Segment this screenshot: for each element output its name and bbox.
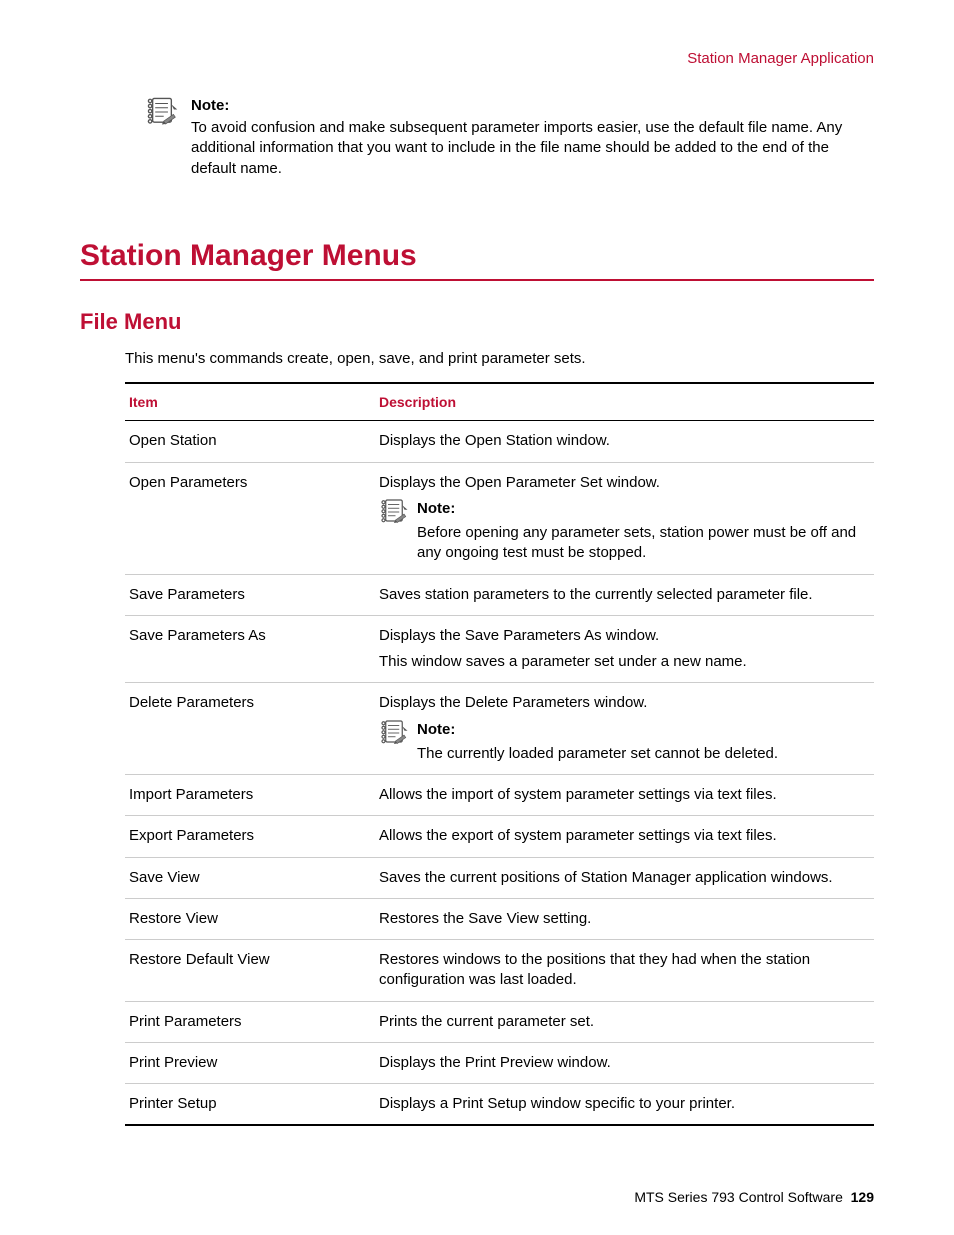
table-cell-item: Restore View xyxy=(125,898,375,939)
table-cell-desc: Displays the Save Parameters As window. T… xyxy=(375,615,874,683)
desc-paragraph: Prints the current parameter set. xyxy=(379,1012,870,1032)
table-cell-item: Print Parameters xyxy=(125,1001,375,1042)
table-row: Save ViewSaves the current positions of … xyxy=(125,857,874,898)
inline-note: Note: Before opening any parameter sets, … xyxy=(379,499,870,564)
table-row: Import ParametersAllows the import of sy… xyxy=(125,775,874,816)
note-icon xyxy=(379,499,409,525)
table-cell-desc: Displays the Delete Parameters window. No… xyxy=(375,683,874,775)
page-header-right: Station Manager Application xyxy=(80,50,874,67)
desc-paragraph: Allows the import of system parameter se… xyxy=(379,785,870,805)
table-row: Open ParametersDisplays the Open Paramet… xyxy=(125,462,874,574)
desc-paragraph: This window saves a parameter set under … xyxy=(379,652,870,672)
table-cell-item: Printer Setup xyxy=(125,1084,375,1126)
table-cell-desc: Allows the export of system parameter se… xyxy=(375,816,874,857)
file-menu-table: Item Description Open StationDisplays th… xyxy=(125,382,874,1126)
table-cell-item: Open Parameters xyxy=(125,462,375,574)
note-label: Note: xyxy=(417,720,870,740)
desc-paragraph: Allows the export of system parameter se… xyxy=(379,826,870,846)
table-cell-desc: Allows the import of system parameter se… xyxy=(375,775,874,816)
table-cell-item: Delete Parameters xyxy=(125,683,375,775)
table-row: Restore ViewRestores the Save View setti… xyxy=(125,898,874,939)
note-text: Before opening any parameter sets, stati… xyxy=(417,523,870,564)
table-cell-desc: Displays the Open Parameter Set window. N… xyxy=(375,462,874,574)
desc-paragraph: Restores windows to the positions that t… xyxy=(379,950,870,991)
note-text: The currently loaded parameter set canno… xyxy=(417,744,870,764)
table-cell-item: Restore Default View xyxy=(125,940,375,1002)
footer-page-number: 129 xyxy=(851,1189,874,1205)
desc-paragraph: Displays the Delete Parameters window. xyxy=(379,693,870,713)
section-title: Station Manager Menus xyxy=(80,239,874,281)
table-cell-desc: Displays the Print Preview window. xyxy=(375,1042,874,1083)
desc-paragraph: Saves the current positions of Station M… xyxy=(379,868,870,888)
table-cell-item: Save View xyxy=(125,857,375,898)
table-cell-item: Save Parameters xyxy=(125,574,375,615)
desc-paragraph: Restores the Save View setting. xyxy=(379,909,870,929)
note-icon xyxy=(145,97,179,127)
table-row: Save ParametersSaves station parameters … xyxy=(125,574,874,615)
table-row: Save Parameters AsDisplays the Save Para… xyxy=(125,615,874,683)
desc-paragraph: Displays the Save Parameters As window. xyxy=(379,626,870,646)
table-row: Print ParametersPrints the current param… xyxy=(125,1001,874,1042)
table-cell-desc: Saves station parameters to the currentl… xyxy=(375,574,874,615)
subsection-title: File Menu xyxy=(80,309,874,335)
table-cell-item: Save Parameters As xyxy=(125,615,375,683)
table-cell-item: Open Station xyxy=(125,421,375,462)
desc-paragraph: Displays a Print Setup window specific t… xyxy=(379,1094,870,1114)
table-cell-desc: Displays the Open Station window. xyxy=(375,421,874,462)
subsection-intro: This menu's commands create, open, save,… xyxy=(125,349,874,369)
desc-paragraph: Saves station parameters to the currentl… xyxy=(379,585,870,605)
inline-note: Note: The currently loaded parameter set … xyxy=(379,720,870,765)
note-label: Note: xyxy=(417,499,870,519)
table-cell-item: Print Preview xyxy=(125,1042,375,1083)
page-footer: MTS Series 793 Control Software 129 xyxy=(634,1189,874,1205)
table-row: Restore Default ViewRestores windows to … xyxy=(125,940,874,1002)
note-text: To avoid confusion and make subsequent p… xyxy=(191,118,874,179)
table-cell-item: Export Parameters xyxy=(125,816,375,857)
table-header-desc: Description xyxy=(375,383,874,421)
table-cell-desc: Restores the Save View setting. xyxy=(375,898,874,939)
desc-paragraph: Displays the Print Preview window. xyxy=(379,1053,870,1073)
desc-paragraph: Displays the Open Parameter Set window. xyxy=(379,473,870,493)
table-row: Print PreviewDisplays the Print Preview … xyxy=(125,1042,874,1083)
table-cell-desc: Restores windows to the positions that t… xyxy=(375,940,874,1002)
table-row: Open StationDisplays the Open Station wi… xyxy=(125,421,874,462)
desc-paragraph: Displays the Open Station window. xyxy=(379,431,870,451)
top-note: Note: To avoid confusion and make subseq… xyxy=(145,97,874,179)
footer-text: MTS Series 793 Control Software xyxy=(634,1189,843,1205)
table-cell-desc: Saves the current positions of Station M… xyxy=(375,857,874,898)
table-header-item: Item xyxy=(125,383,375,421)
table-row: Printer SetupDisplays a Print Setup wind… xyxy=(125,1084,874,1126)
table-row: Export ParametersAllows the export of sy… xyxy=(125,816,874,857)
note-label: Note: xyxy=(191,97,874,114)
note-icon xyxy=(379,720,409,746)
table-cell-desc: Displays a Print Setup window specific t… xyxy=(375,1084,874,1126)
table-cell-desc: Prints the current parameter set. xyxy=(375,1001,874,1042)
table-cell-item: Import Parameters xyxy=(125,775,375,816)
table-row: Delete ParametersDisplays the Delete Par… xyxy=(125,683,874,775)
